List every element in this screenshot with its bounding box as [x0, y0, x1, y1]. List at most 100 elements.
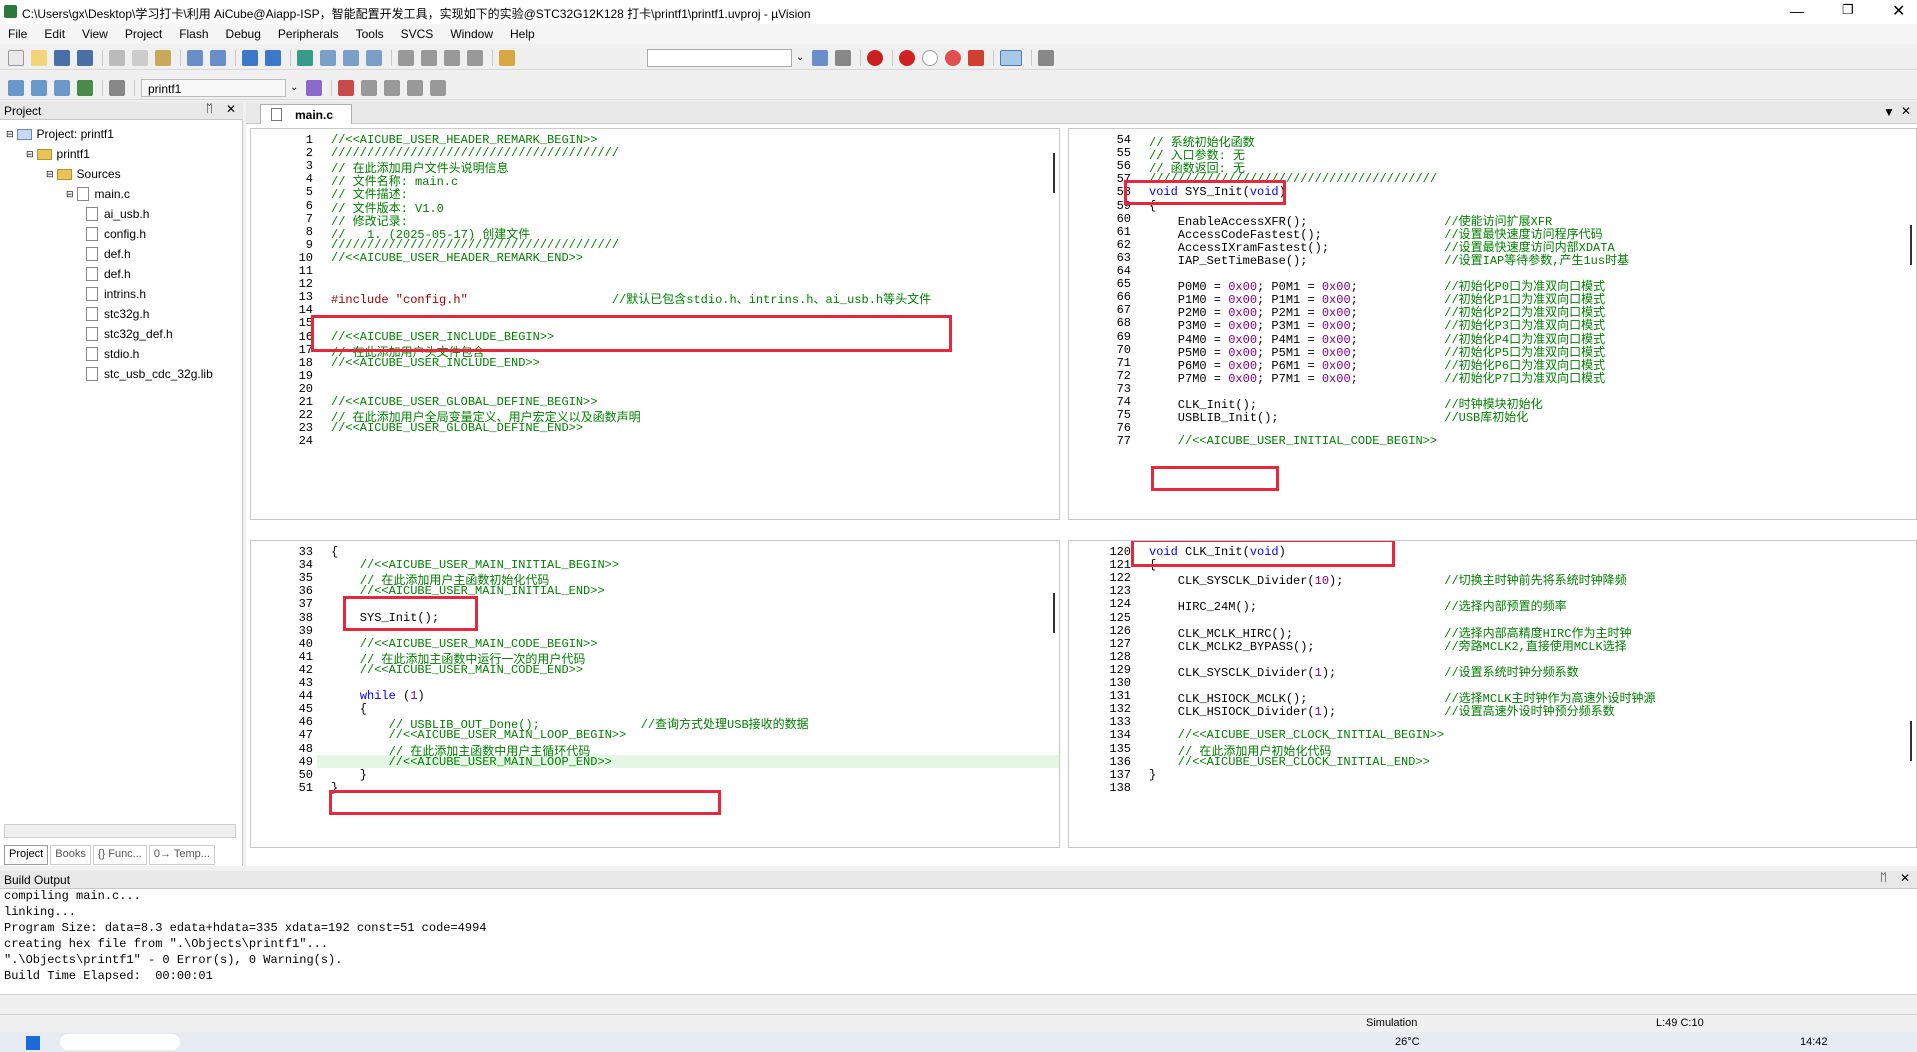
- tab-list-chevron-icon[interactable]: ▼: [1883, 105, 1895, 119]
- debug-session-icon[interactable]: [867, 49, 884, 66]
- code-line[interactable]: P7M0 = 0x00; P7M1 = 0x00; //初始化P7口为准双向口模…: [1149, 369, 1605, 386]
- code-line[interactable]: //<<AICUBE_USER_HEADER_REMARK_END>>: [331, 251, 583, 265]
- code-line[interactable]: //<<AICUBE_USER_CLOCK_INITIAL_END>>: [1149, 755, 1430, 769]
- build-icon[interactable]: [31, 79, 47, 96]
- cut-icon[interactable]: [109, 49, 125, 66]
- code-line[interactable]: //<<AICUBE_USER_MAIN_CODE_END>>: [331, 663, 583, 677]
- build-output-hscrollbar[interactable]: [0, 994, 1917, 1012]
- tree-item-header-file[interactable]: stc32g.h: [6, 304, 213, 324]
- code-line[interactable]: //<<AICUBE_USER_MAIN_CODE_BEGIN>>: [331, 637, 598, 651]
- menu-item-project[interactable]: Project: [125, 27, 162, 41]
- editor-pane-top-right[interactable]: 54// 系统初始化函数 55// 入口参数: 无 56// 函数返回: 无 57//…: [1068, 128, 1917, 520]
- code-line[interactable]: IAP_SetTimeBase(); //设置IAP等待参数,产生1us时基: [1149, 251, 1629, 268]
- tree-item-main-c[interactable]: ⊟ main.c: [6, 184, 213, 204]
- code-line[interactable]: CLK_HSIOCK_Divider(1); //设置高速外设时钟预分频系数: [1149, 702, 1615, 719]
- close-icon[interactable]: ✕: [226, 102, 236, 116]
- close-icon[interactable]: ✕: [1900, 871, 1910, 885]
- event-recorder-icon[interactable]: [430, 79, 447, 96]
- tab-books[interactable]: Books: [50, 845, 91, 865]
- editor-pane-bottom-right[interactable]: 120 void CLK_Init(void) 121{122 CLK_SYSCLK…: [1068, 540, 1917, 848]
- build-output-text[interactable]: compiling main.c... linking... Program Siz…: [0, 889, 1917, 994]
- chevron-down-icon[interactable]: ⌄: [290, 82, 298, 93]
- tab-functions[interactable]: {} Func...: [92, 845, 147, 865]
- code-line[interactable]: //<<AICUBE_USER_GLOBAL_DEFINE_BEGIN>>: [331, 395, 597, 409]
- find-icon[interactable]: [812, 49, 829, 66]
- close-button[interactable]: ✕: [1892, 1, 1905, 21]
- tree-item-header-file[interactable]: config.h: [6, 224, 213, 244]
- paste-icon[interactable]: [155, 49, 171, 66]
- code-line[interactable]: USBLIB_Init(); //USB库初始化: [1149, 408, 1528, 425]
- code-line[interactable]: {: [331, 545, 338, 559]
- tree-item-header-file[interactable]: ai_usb.h: [6, 204, 213, 224]
- maximize-button[interactable]: ❐: [1842, 2, 1854, 18]
- pack-installer-icon[interactable]: [407, 79, 424, 96]
- find-combo[interactable]: [647, 48, 792, 67]
- menu-item-debug[interactable]: Debug: [226, 27, 261, 41]
- save-icon[interactable]: [54, 49, 70, 66]
- bookmark-icon[interactable]: [297, 49, 313, 66]
- tree-item-header-file[interactable]: intrins.h: [6, 284, 213, 304]
- download-icon[interactable]: [77, 79, 93, 96]
- minimize-button[interactable]: —: [1790, 3, 1804, 19]
- tree-item-lib[interactable]: stc_usb_cdc_32g.lib: [6, 364, 213, 384]
- code-line[interactable]: #include "config.h" //默认已包含stdio.h、intri…: [331, 290, 931, 307]
- tab-templates[interactable]: 0→ Temp...: [148, 845, 215, 865]
- menu-item-view[interactable]: View: [82, 27, 108, 41]
- project-hscrollbar[interactable]: [4, 824, 236, 838]
- vertical-scrollbar[interactable]: [1053, 593, 1055, 633]
- code-line[interactable]: }: [331, 768, 367, 782]
- stop-build-icon[interactable]: [109, 79, 125, 96]
- indent-icon[interactable]: [398, 49, 414, 66]
- bookmark-clear-icon[interactable]: [366, 49, 382, 66]
- menu-item-help[interactable]: Help: [510, 27, 535, 41]
- select-packs-icon[interactable]: [361, 79, 378, 96]
- menu-item-tools[interactable]: Tools: [356, 27, 384, 41]
- pin-icon[interactable]: ᛖ: [206, 103, 213, 115]
- find-in-files-icon[interactable]: [499, 49, 515, 66]
- redo-icon[interactable]: [210, 49, 226, 66]
- unindent-icon[interactable]: [421, 49, 437, 66]
- vertical-scrollbar[interactable]: [1053, 153, 1055, 193]
- menu-item-window[interactable]: Window: [450, 27, 493, 41]
- code-line[interactable]: //<<AICUBE_USER_INITIAL_CODE_BEGIN>>: [1149, 434, 1437, 448]
- configure-icon[interactable]: [1038, 49, 1055, 66]
- bookmark-next-icon[interactable]: [343, 49, 359, 66]
- copy-icon[interactable]: [132, 49, 148, 66]
- code-line[interactable]: HIRC_24M(); //选择内部预置的频率: [1149, 597, 1567, 614]
- start-icon[interactable]: [26, 1036, 40, 1050]
- pin-icon[interactable]: ᛖ: [1880, 872, 1887, 884]
- window-layout-icon[interactable]: [1000, 49, 1023, 66]
- menu-item-peripherals[interactable]: Peripherals: [278, 27, 339, 41]
- code-line[interactable]: CLK_SYSCLK_Divider(1); //设置系统时钟分频系数: [1149, 663, 1579, 680]
- tree-item-header-file[interactable]: stdio.h: [6, 344, 213, 364]
- target-select[interactable]: printf1: [141, 78, 286, 97]
- incremental-find-icon[interactable]: [835, 49, 852, 66]
- code-line[interactable]: //<<AICUBE_USER_GLOBAL_DEFINE_END>>: [331, 421, 583, 435]
- editor-pane-top-left[interactable]: 1 //<<AICUBE_USER_HEADER_REMARK_BEGIN>> 2 /…: [250, 128, 1060, 520]
- code-line[interactable]: //<<AICUBE_USER_MAIN_LOOP_END>>: [331, 755, 612, 769]
- undo-icon[interactable]: [187, 49, 203, 66]
- menu-item-edit[interactable]: Edit: [44, 27, 65, 41]
- rebuild-icon[interactable]: [54, 79, 70, 96]
- chevron-down-icon[interactable]: ⌄: [796, 52, 804, 63]
- open-file-icon[interactable]: [31, 49, 47, 66]
- code-line[interactable]: ////////////////////////////////////////: [331, 146, 619, 160]
- nav-back-icon[interactable]: [242, 49, 258, 66]
- menu-item-svcs[interactable]: SVCS: [401, 27, 434, 41]
- code-line[interactable]: ////////////////////////////////////////: [331, 238, 619, 252]
- save-all-icon[interactable]: [77, 49, 93, 66]
- code-line[interactable]: while (1): [331, 689, 425, 703]
- new-file-icon[interactable]: [8, 49, 24, 66]
- code-line[interactable]: CLK_SYSCLK_Divider(10); //切换主时钟前先将系统时钟降频: [1149, 571, 1627, 588]
- tree-item-header-file[interactable]: stc32g_def.h: [6, 324, 213, 344]
- code-line[interactable]: //<<AICUBE_USER_INCLUDE_END>>: [331, 356, 540, 370]
- code-line[interactable]: //<<AICUBE_USER_HEADER_REMARK_BEGIN>>: [331, 133, 597, 147]
- uncomment-icon[interactable]: [467, 49, 483, 66]
- bookmark-prev-icon[interactable]: [320, 49, 336, 66]
- manage-project-icon[interactable]: [338, 79, 355, 96]
- code-line[interactable]: //<<AICUBE_USER_MAIN_INITIAL_BEGIN>>: [331, 558, 619, 572]
- target-options-icon[interactable]: [306, 79, 323, 96]
- tree-item-group[interactable]: ⊟ Sources: [6, 164, 213, 184]
- tab-main-c[interactable]: main.c: [260, 104, 352, 124]
- close-tab-icon[interactable]: ✕: [1901, 104, 1911, 118]
